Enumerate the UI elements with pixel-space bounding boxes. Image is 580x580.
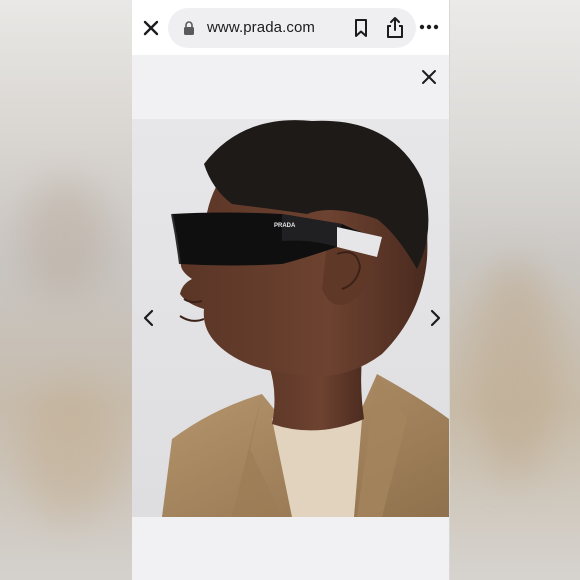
more-icon[interactable] [418,16,440,38]
backdrop-blur-shape [20,180,110,300]
backdrop-blur-shape [20,380,120,520]
lock-icon [184,21,194,35]
product-image: PRADA [132,119,449,517]
address-bar[interactable]: www.prada.com [168,8,416,48]
model-photo: PRADA [132,119,449,517]
bookmark-icon[interactable] [351,18,371,38]
gallery-header [132,55,449,119]
chevron-right-icon[interactable] [428,308,442,328]
backdrop-blur-shape [470,260,560,480]
phone-screen: www.prada.com PRADA [132,0,449,580]
browser-toolbar: www.prada.com [132,0,449,55]
url-text: www.prada.com [207,19,316,36]
gallery-footer [132,517,449,580]
close-icon[interactable] [141,18,161,38]
close-icon[interactable] [420,68,438,86]
prada-logo: PRADA [274,223,296,229]
chevron-left-icon[interactable] [142,308,156,328]
share-icon[interactable] [384,16,406,40]
